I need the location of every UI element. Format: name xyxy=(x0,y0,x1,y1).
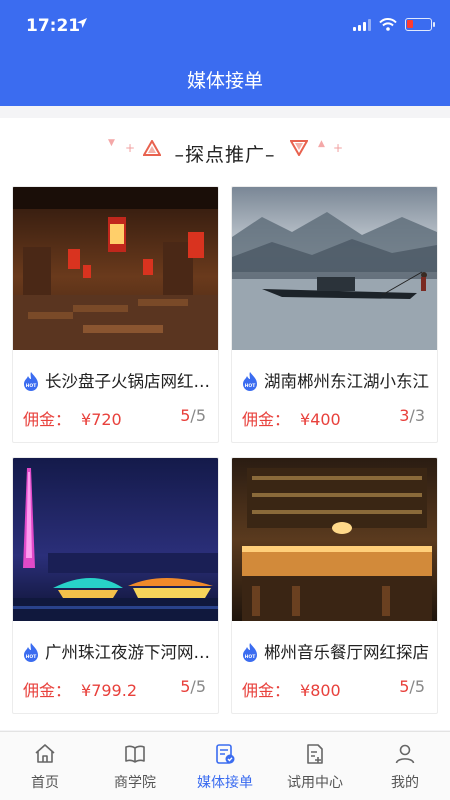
task-card[interactable]: HOT 广州珠江夜游下河网红探点 佣金： ¥799.2 5/5 xyxy=(12,457,219,714)
task-image xyxy=(232,458,437,621)
commission-amount: ¥720 xyxy=(81,410,122,429)
commission: 佣金： ¥400 xyxy=(242,406,341,430)
tab-media-orders[interactable]: 媒体接单 xyxy=(180,732,270,800)
commission-label: 佣金： xyxy=(242,410,291,429)
decor-triangle-icon: ▲ xyxy=(318,139,325,149)
page-title: 媒体接单 xyxy=(186,70,263,92)
hot-flame-icon: HOT xyxy=(24,372,38,391)
slots-count: 5/5 xyxy=(180,677,206,696)
nav-bar: 媒体接单 xyxy=(0,52,450,106)
order-icon xyxy=(216,744,235,764)
commission-amount: ¥400 xyxy=(300,410,341,429)
tab-trial-center[interactable]: 试用中心 xyxy=(270,732,360,800)
hot-flame-icon: HOT xyxy=(243,372,257,391)
slots-count: 5/5 xyxy=(399,677,425,696)
content-area[interactable]: ▼ + –探点推广– ▲ + HOT 长沙盘子火锅店网红探店 佣金： ¥720 … xyxy=(0,118,450,730)
task-image xyxy=(13,458,218,621)
status-time: 17:21 xyxy=(26,16,81,36)
decor-triangle-icon xyxy=(290,140,308,156)
tab-profile[interactable]: 我的 xyxy=(360,732,450,800)
task-title: 郴州音乐餐厅网红探店 xyxy=(264,643,429,662)
slots-current: 5 xyxy=(180,677,191,696)
task-card[interactable]: HOT 湖南郴州东江湖小东江 佣金： ¥400 3/3 xyxy=(231,186,438,443)
task-card[interactable]: HOT 郴州音乐餐厅网红探店 佣金： ¥800 5/5 xyxy=(231,457,438,714)
commission: 佣金： ¥800 xyxy=(242,677,341,701)
signal-icon xyxy=(353,18,371,31)
commission-amount: ¥799.2 xyxy=(81,681,137,700)
tab-label: 首页 xyxy=(31,775,59,791)
section-header: ▼ + –探点推广– ▲ + xyxy=(0,136,450,166)
slots-total: /5 xyxy=(190,677,206,696)
hot-flame-icon: HOT xyxy=(24,643,38,662)
commission-amount: ¥800 xyxy=(300,681,341,700)
commission-label: 佣金： xyxy=(23,410,72,429)
slots-count: 5/5 xyxy=(180,406,206,425)
tab-label: 媒体接单 xyxy=(197,775,253,791)
battery-icon xyxy=(405,18,435,31)
task-title: 湖南郴州东江湖小东江 xyxy=(264,372,429,391)
svg-text:HOT: HOT xyxy=(245,654,257,660)
task-title: 长沙盘子火锅店网红探店 xyxy=(45,372,210,391)
tab-label: 商学院 xyxy=(114,775,156,791)
task-image xyxy=(13,187,218,350)
commission-label: 佣金： xyxy=(23,681,72,700)
slots-current: 5 xyxy=(399,677,410,696)
status-indicators xyxy=(353,18,435,31)
status-bar: 17:21 xyxy=(0,0,450,52)
tab-label: 试用中心 xyxy=(287,775,343,791)
svg-text:HOT: HOT xyxy=(26,654,38,660)
svg-text:HOT: HOT xyxy=(26,383,38,389)
commission: 佣金： ¥720 xyxy=(23,406,122,430)
commission-label: 佣金： xyxy=(242,681,291,700)
book-icon xyxy=(125,745,145,763)
home-icon xyxy=(35,744,55,763)
decor-plus-icon: + xyxy=(333,141,344,155)
tab-label: 我的 xyxy=(391,775,419,791)
commission: 佣金： ¥799.2 xyxy=(23,677,137,701)
slots-current: 3 xyxy=(399,406,410,425)
slots-count: 3/3 xyxy=(399,406,425,425)
wifi-icon xyxy=(379,18,397,31)
tab-bar: 首页 商学院 媒体接单 试用中心 我的 xyxy=(0,731,450,800)
slots-total: /5 xyxy=(409,677,425,696)
trial-icon xyxy=(307,744,323,764)
slots-total: /5 xyxy=(190,406,206,425)
svg-text:HOT: HOT xyxy=(245,383,257,389)
section-title: –探点推广– xyxy=(174,144,276,166)
user-icon xyxy=(395,744,415,764)
tab-academy[interactable]: 商学院 xyxy=(90,732,180,800)
hot-flame-icon: HOT xyxy=(243,643,257,662)
slots-total: /3 xyxy=(409,406,425,425)
tab-home[interactable]: 首页 xyxy=(0,732,90,800)
slots-current: 5 xyxy=(180,406,191,425)
task-title: 广州珠江夜游下河网红探点 xyxy=(45,643,210,662)
task-image xyxy=(232,187,437,350)
task-card[interactable]: HOT 长沙盘子火锅店网红探店 佣金： ¥720 5/5 xyxy=(12,186,219,443)
location-arrow-icon xyxy=(77,18,87,28)
